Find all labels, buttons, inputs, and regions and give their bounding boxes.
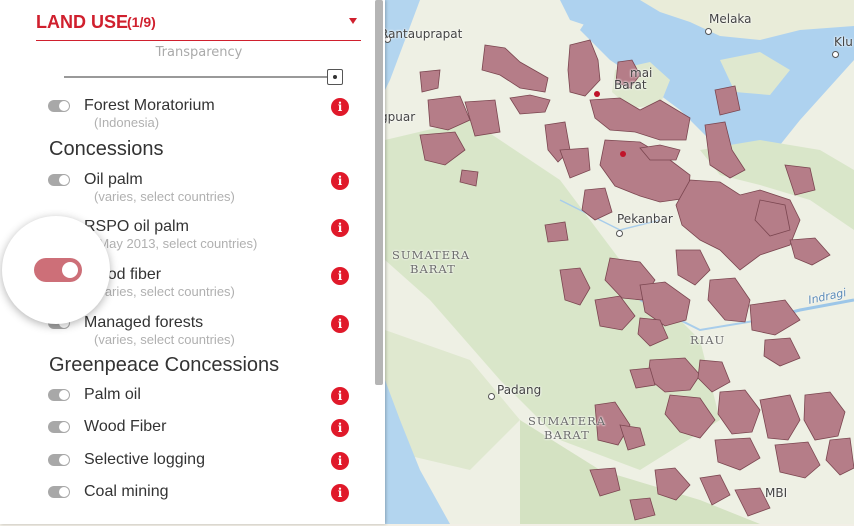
place-label: Padang xyxy=(497,383,542,397)
group-heading-concessions: Concessions xyxy=(49,138,164,160)
concession-polygon[interactable] xyxy=(567,39,601,97)
layer-label: Coal mining xyxy=(84,483,169,500)
layer-label: RSPO oil palm xyxy=(84,218,189,235)
layer-forest-moratorium[interactable]: Forest Moratorium (Indonesia) i xyxy=(48,97,358,140)
concession-polygon[interactable] xyxy=(825,437,854,476)
layer-sublabel: (varies, select countries) xyxy=(94,332,235,347)
concession-polygon[interactable] xyxy=(664,394,716,439)
transparency-slider-track[interactable] xyxy=(64,76,334,78)
concession-polygon[interactable] xyxy=(759,394,801,441)
concession-polygon[interactable] xyxy=(594,295,636,331)
layer-gp-coal-mining[interactable]: Coal mining i xyxy=(48,483,358,526)
concession-polygon[interactable] xyxy=(629,367,656,389)
layer-label: Forest Moratorium xyxy=(84,97,215,114)
info-icon[interactable]: i xyxy=(331,452,349,470)
concession-polygon[interactable] xyxy=(803,391,846,441)
layer-managed-forests[interactable]: Managed forests (varies, select countrie… xyxy=(48,314,358,357)
toggle-switch[interactable] xyxy=(48,421,70,433)
caret-down-icon xyxy=(349,18,357,24)
layer-sublabel: (varies, select countries) xyxy=(94,284,235,299)
place-label: Barat xyxy=(614,78,647,92)
layer-sublabel: (varies, select countries) xyxy=(94,189,235,204)
concession-polygon[interactable] xyxy=(717,389,761,435)
active-layer-count: (1/9) xyxy=(127,14,156,30)
concession-polygon[interactable] xyxy=(789,237,831,266)
region-label: SUMATERA BARAT xyxy=(392,248,471,276)
concession-polygon[interactable] xyxy=(589,97,691,141)
concession-polygon[interactable] xyxy=(509,94,551,115)
concession-polygon[interactable] xyxy=(619,424,646,451)
concession-polygon[interactable] xyxy=(704,121,746,179)
layer-label: Selective logging xyxy=(84,451,205,468)
transparency-label: Transparency xyxy=(155,45,243,60)
layer-label: Wood Fiber xyxy=(84,418,167,435)
toggle-switch[interactable] xyxy=(48,174,70,186)
layer-label: Palm oil xyxy=(84,386,141,403)
place-label: Klu xyxy=(834,35,853,49)
concession-polygon[interactable] xyxy=(707,277,751,323)
concession-polygon[interactable] xyxy=(714,437,761,471)
concession-polygon[interactable] xyxy=(427,95,471,131)
concession-polygon[interactable] xyxy=(784,164,816,196)
region-label: SUMATERA BARAT xyxy=(528,414,607,442)
concession-polygon[interactable] xyxy=(654,467,691,501)
concession-polygon[interactable] xyxy=(559,147,591,179)
concession-polygon[interactable] xyxy=(589,467,621,497)
info-icon[interactable]: i xyxy=(331,484,349,502)
concession-polygon[interactable] xyxy=(544,221,569,243)
info-icon[interactable]: i xyxy=(331,267,349,285)
info-icon[interactable]: i xyxy=(331,172,349,190)
concession-polygon[interactable] xyxy=(697,359,731,393)
layer-label: Managed forests xyxy=(84,314,204,331)
toggle-switch[interactable] xyxy=(48,389,70,401)
concession-polygon[interactable] xyxy=(459,169,479,187)
region-label: RIAU xyxy=(690,333,726,347)
concession-polygon[interactable] xyxy=(763,337,801,367)
city-marker xyxy=(832,51,839,58)
group-heading-greenpeace-concessions: Greenpeace Concessions xyxy=(49,354,280,376)
place-label: gpuar xyxy=(380,110,416,124)
layer-sublabel: (May 2013, select countries) xyxy=(94,236,258,251)
wood-fiber-toggle-enlarged[interactable] xyxy=(34,258,82,282)
concession-polygon[interactable] xyxy=(481,44,549,93)
concession-polygon[interactable] xyxy=(629,497,656,521)
section-title: LAND USE xyxy=(36,12,129,32)
poi-marker[interactable] xyxy=(594,91,600,97)
concession-polygon[interactable] xyxy=(559,267,591,306)
concession-polygon[interactable] xyxy=(419,69,441,93)
place-label: Pekanbar xyxy=(617,212,673,226)
city-marker xyxy=(705,28,712,35)
concession-polygon[interactable] xyxy=(464,99,501,137)
concession-polygon[interactable] xyxy=(774,441,821,479)
info-icon[interactable]: i xyxy=(331,98,349,116)
panel-scrollbar[interactable] xyxy=(373,0,385,524)
city-marker xyxy=(616,230,623,237)
info-icon[interactable]: i xyxy=(331,315,349,333)
concession-polygon[interactable] xyxy=(714,85,741,116)
concession-polygon[interactable] xyxy=(675,249,711,286)
place-label: Melaka xyxy=(709,12,752,26)
poi-marker[interactable] xyxy=(620,151,626,157)
land-use-dropdown[interactable]: LAND USE (1/9) xyxy=(36,8,361,41)
layer-oil-palm[interactable]: Oil palm (varies, select countries) i xyxy=(48,171,358,214)
concession-polygon[interactable] xyxy=(581,187,613,221)
scrollbar-thumb[interactable] xyxy=(375,0,383,385)
toggle-switch[interactable] xyxy=(48,486,70,498)
city-marker xyxy=(488,393,495,400)
transparency-slider-handle[interactable] xyxy=(327,69,343,85)
layers-panel: LAND USE (1/9) Transparency Forest Morat… xyxy=(0,0,385,524)
concession-polygon[interactable] xyxy=(419,131,466,166)
toggle-switch[interactable] xyxy=(48,454,70,466)
concession-polygon[interactable] xyxy=(647,357,701,393)
place-label: MBI xyxy=(765,486,788,500)
layer-sublabel: (Indonesia) xyxy=(94,115,160,130)
place-label: Rantauprapat xyxy=(380,27,463,41)
info-icon[interactable]: i xyxy=(331,419,349,437)
layer-label: Oil palm xyxy=(84,171,143,188)
info-icon[interactable]: i xyxy=(331,387,349,405)
concession-polygon[interactable] xyxy=(749,299,801,336)
info-icon[interactable]: i xyxy=(331,219,349,237)
concession-polygon[interactable] xyxy=(699,474,731,506)
toggle-switch[interactable] xyxy=(48,100,70,112)
